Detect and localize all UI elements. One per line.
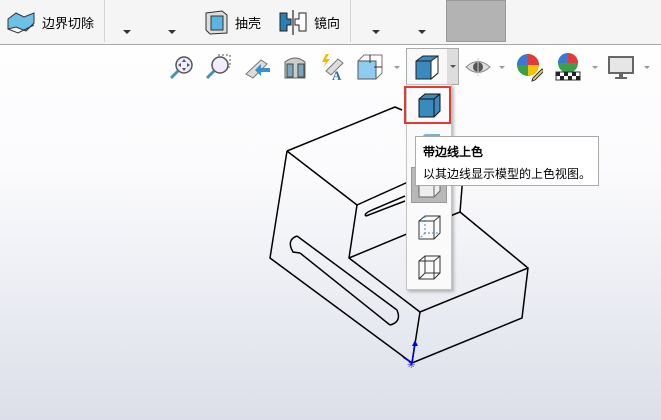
view-settings-button[interactable] [607,52,635,82]
section-view-icon [284,57,306,79]
eye-icon [465,58,491,76]
previous-view-button[interactable] [243,52,271,82]
zoom-to-fit-icon [169,56,193,80]
svg-text:✳: ✳ [407,360,415,371]
section-view-button[interactable] [281,52,309,82]
chevron-down-icon[interactable] [168,30,176,34]
display-style-button[interactable] [406,48,459,85]
gray-panel [446,0,506,42]
wireframe-icon [418,255,441,280]
zoom-to-area-button[interactable] [204,52,232,82]
tooltip-description: 以其边线显示模型的上色视图。 [423,167,592,181]
tooltip-title: 带边线上色 [423,145,484,159]
mirror-icon [279,10,307,35]
apply-scene-button[interactable] [554,52,582,82]
feature-toolbar: 边界切除 抽壳 镜向 [0,0,661,45]
edit-appearance-icon [517,54,543,82]
chevron-down-icon[interactable] [372,30,380,34]
chevron-down-icon[interactable] [447,49,458,84]
tooltip: 带边线上色 以其边线显示模型的上色视图。 [415,136,599,186]
mirror-button[interactable]: 镜向 [278,8,340,36]
apply-scene-icon [555,53,581,81]
zoom-to-fit-button[interactable] [168,52,196,82]
origin-triad-icon: ✳ [402,340,418,371]
shell-label: 抽壳 [235,15,262,31]
zoom-to-area-icon [205,54,231,80]
chevron-down-icon[interactable] [394,66,400,69]
menu-item-wireframe[interactable] [411,249,447,285]
dynamic-annotation-views-button[interactable]: A [318,52,346,82]
hidden-lines-visible-icon [418,215,441,240]
shell-icon [205,10,228,35]
selected-item-highlight [404,86,451,124]
dynamic-annotation-views-icon: A [322,54,344,81]
chevron-down-icon[interactable] [123,30,131,34]
chevron-down-icon[interactable] [499,66,505,69]
hide-show-items-button[interactable] [464,52,492,82]
edit-appearance-button[interactable] [515,52,543,82]
svg-text:A: A [332,68,342,81]
boundary-cut-button[interactable]: 边界切除 [6,8,94,36]
shaded-with-edges-icon [415,55,439,81]
chevron-down-icon[interactable] [644,66,650,69]
boundary-cut-icon [7,12,35,34]
boundary-cut-label: 边界切除 [42,15,95,31]
chevron-down-icon[interactable] [418,30,426,34]
menu-item-hidden-lines-visible[interactable] [411,209,447,245]
shell-button[interactable]: 抽壳 [203,8,261,36]
monitor-icon [608,56,634,79]
view-orientation-icon [357,54,383,80]
chevron-down-icon[interactable] [592,66,598,69]
mirror-label: 镜向 [314,15,341,31]
view-orientation-button[interactable] [356,52,384,82]
previous-view-icon [245,59,270,79]
